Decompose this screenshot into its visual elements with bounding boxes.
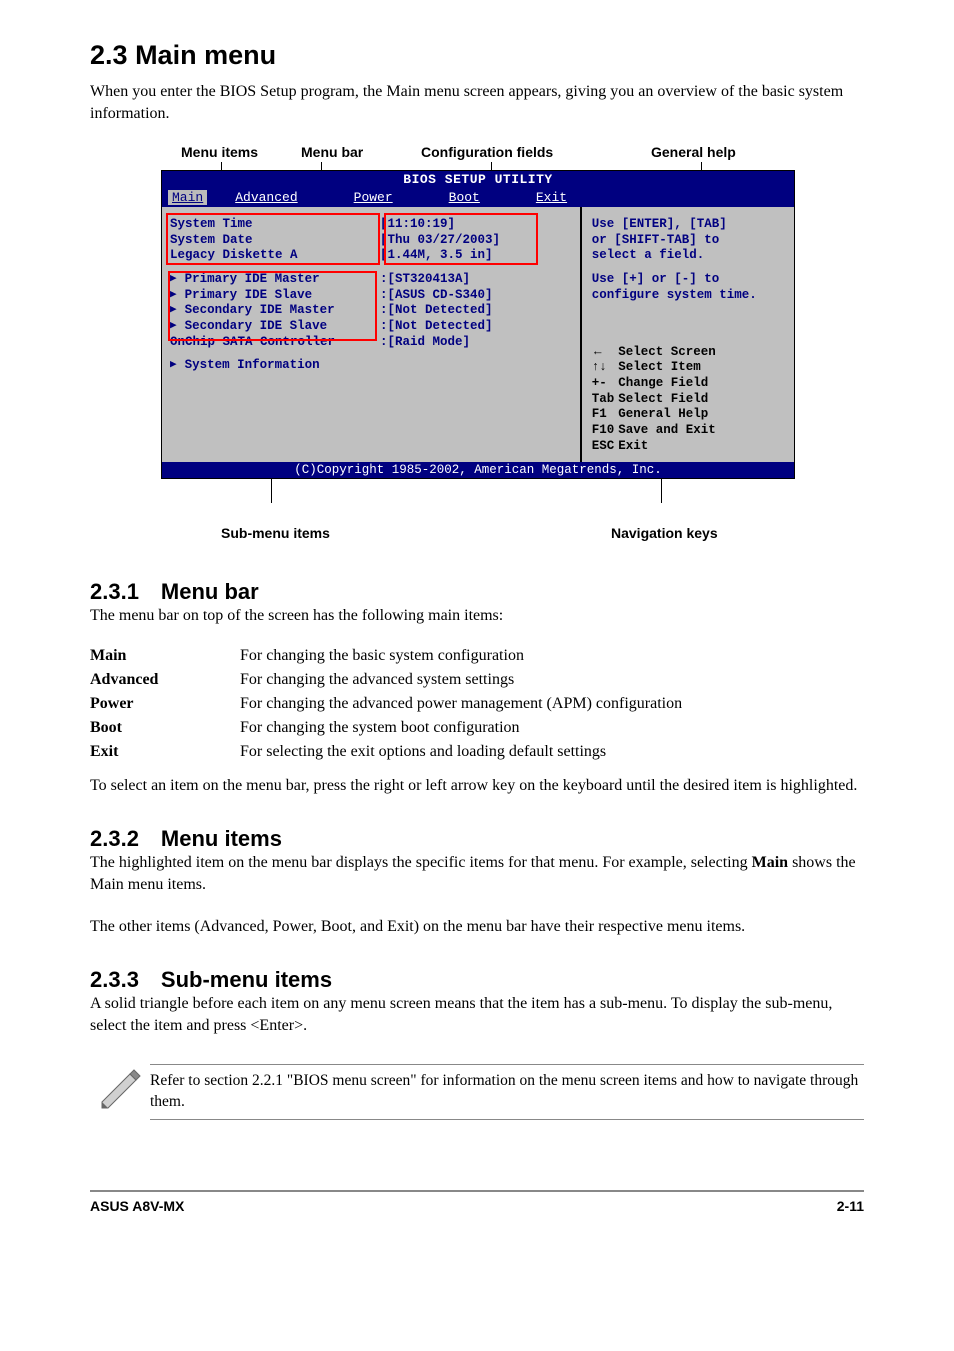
callout-general-help: General help — [651, 144, 736, 160]
footer-right: 2-11 — [837, 1198, 864, 1214]
menu-bar-intro: The menu bar on top of the screen has th… — [90, 605, 864, 627]
bios-right-pane: Use [ENTER], [TAB] or [SHIFT-TAB] to sel… — [580, 207, 794, 462]
callout-nav-keys: Navigation keys — [611, 525, 718, 541]
pencil-icon — [90, 1066, 150, 1119]
list-item-desc: For selecting the exit options and loadi… — [240, 743, 606, 761]
triangle-icon: ▶ — [170, 320, 177, 334]
heading-menu-items: 2.3.2 Menu items — [90, 826, 864, 852]
section-title-text: Main menu — [135, 40, 276, 70]
callout-menu-bar: Menu bar — [301, 144, 363, 160]
tab-exit[interactable]: Exit — [536, 190, 595, 205]
note-text: Refer to section 2.2.1 "BIOS menu screen… — [150, 1064, 864, 1120]
nav-keys-box: ←Select Screen ↑↓Select Item +-Change Fi… — [592, 345, 786, 454]
list-item-name: Main — [90, 647, 240, 665]
menu-bar-closing: To select an item on the menu bar, press… — [90, 775, 864, 797]
bios-left-pane: System Time [11:10:19] System Date [Thu … — [162, 207, 580, 462]
menu-items-p2: The other items (Advanced, Power, Boot, … — [90, 916, 864, 938]
list-item-name: Exit — [90, 743, 240, 761]
bios-menu-bar: Main Advanced Power Boot Exit — [162, 188, 794, 207]
bios-title: BIOS SETUP UTILITY — [162, 171, 794, 188]
arrow-left-icon: ← — [592, 345, 604, 361]
note-box: Refer to section 2.2.1 "BIOS menu screen… — [90, 1064, 864, 1120]
row-system-info[interactable]: ▶System Information — [162, 358, 580, 374]
triangle-icon: ▶ — [170, 304, 177, 318]
bios-window: BIOS SETUP UTILITY Main Advanced Power B… — [161, 170, 795, 479]
submenu-p: A solid triangle before each item on any… — [90, 993, 864, 1036]
callout-config-fields: Configuration fields — [421, 144, 553, 160]
list-item-name: Power — [90, 695, 240, 713]
list-item-desc: For changing the advanced system setting… — [240, 671, 514, 689]
heading-main-menu: 2.3 Main menu — [90, 40, 864, 71]
list-item-desc: For changing the advanced power manageme… — [240, 695, 682, 713]
menu-items-p1: The highlighted item on the menu bar dis… — [90, 852, 864, 895]
footer-left: ASUS A8V-MX — [90, 1198, 184, 1214]
row-sata[interactable]: OnChip SATA Controller :[Raid Mode] — [162, 335, 580, 351]
triangle-icon: ▶ — [170, 359, 177, 373]
heading-submenu-items: 2.3.3 Sub-menu items — [90, 967, 864, 993]
section-number: 2.3 — [90, 40, 128, 70]
list-item-name: Advanced — [90, 671, 240, 689]
tab-main[interactable]: Main — [168, 190, 207, 205]
list-item-desc: For changing the system boot configurati… — [240, 719, 520, 737]
bios-copyright: (C)Copyright 1985-2002, American Megatre… — [162, 462, 794, 478]
help-text: Use [ENTER], [TAB] or [SHIFT-TAB] to sel… — [592, 217, 786, 303]
menu-bar-list: Main For changing the basic system confi… — [90, 647, 864, 761]
list-item-name: Boot — [90, 719, 240, 737]
list-item-desc: For changing the basic system configurat… — [240, 647, 524, 665]
row-secondary-slave[interactable]: ▶Secondary IDE Slave :[Not Detected] — [162, 319, 580, 335]
intro-paragraph: When you enter the BIOS Setup program, t… — [90, 81, 864, 124]
tab-boot[interactable]: Boot — [449, 190, 508, 205]
arrow-updown-icon: ↑↓ — [592, 360, 604, 376]
row-system-time[interactable]: System Time [11:10:19] — [162, 217, 580, 233]
row-secondary-master[interactable]: ▶Secondary IDE Master :[Not Detected] — [162, 303, 580, 319]
page-footer: ASUS A8V-MX 2-11 — [90, 1190, 864, 1214]
tab-power[interactable]: Power — [354, 190, 421, 205]
callout-submenu-items: Sub-menu items — [221, 525, 330, 541]
triangle-icon: ▶ — [170, 273, 177, 287]
tab-advanced[interactable]: Advanced — [235, 190, 325, 205]
triangle-icon: ▶ — [170, 289, 177, 303]
row-legacy-diskette[interactable]: Legacy Diskette A [1.44M, 3.5 in] — [162, 248, 580, 264]
callout-menu-items: Menu items — [181, 144, 258, 160]
row-primary-slave[interactable]: ▶Primary IDE Slave :[ASUS CD-S340] — [162, 288, 580, 304]
heading-menu-bar: 2.3.1 Menu bar — [90, 579, 864, 605]
row-primary-master[interactable]: ▶Primary IDE Master :[ST320413A] — [162, 272, 580, 288]
row-system-date[interactable]: System Date [Thu 03/27/2003] — [162, 233, 580, 249]
